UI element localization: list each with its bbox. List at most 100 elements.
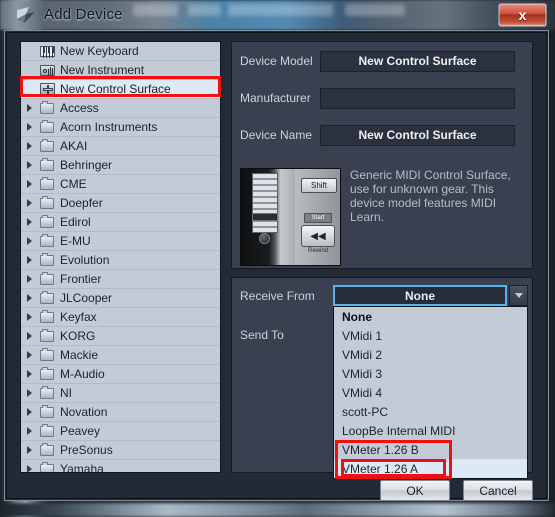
expand-arrow-icon[interactable] (21, 332, 37, 340)
field-label: Manufacturer (240, 91, 311, 105)
expand-arrow-icon[interactable] (21, 427, 37, 435)
title-bar[interactable]: Add Device x (0, 0, 555, 30)
dropdown-option[interactable]: None (334, 307, 527, 326)
receive-from-dropdown-list[interactable]: None VMidi 1 VMidi 2 VMidi 3 VMidi 4 scott-PC… (333, 306, 528, 479)
dropdown-option[interactable]: scott-PC (334, 402, 527, 421)
dropdown-option[interactable]: VMidi 1 (334, 326, 527, 345)
close-icon[interactable]: x (498, 3, 547, 27)
expand-arrow-icon[interactable] (21, 408, 37, 416)
tree-item[interactable]: CME (21, 175, 220, 194)
expand-arrow-icon[interactable] (21, 389, 37, 397)
expand-arrow-icon[interactable] (21, 351, 37, 359)
expand-arrow-icon[interactable] (21, 218, 37, 226)
receive-from-combobox[interactable]: None (333, 285, 528, 306)
expand-arrow-icon[interactable] (21, 465, 37, 472)
tree-item-label: CME (60, 177, 87, 191)
tree-item-label: AKAI (60, 139, 88, 153)
folder-icon (37, 214, 57, 228)
expand-arrow-icon[interactable] (21, 142, 37, 150)
control-surface-icon (37, 83, 57, 95)
folder-icon (37, 366, 57, 380)
chevron-right-icon (26, 370, 32, 378)
receive-from-value[interactable]: None (333, 285, 507, 306)
chevron-right-icon (26, 294, 32, 302)
tree-item[interactable]: NI (21, 384, 220, 403)
dropdown-option[interactable]: VMeter 1.26 A (334, 459, 527, 478)
receive-from-label: Receive From (240, 289, 315, 303)
tree-item[interactable]: Frontier (21, 270, 220, 289)
folder-icon-glyph (40, 233, 54, 247)
tree-item[interactable]: AKAI (21, 137, 220, 156)
folder-icon (37, 233, 57, 247)
field-device-model: Device Model New Control Surface (240, 50, 515, 72)
fader-cap-icon (252, 213, 278, 221)
close-glyph: x (518, 7, 527, 23)
tree-item-label: Acorn Instruments (60, 120, 158, 134)
tree-item[interactable]: New Control Surface (21, 80, 220, 99)
chevron-right-icon (26, 332, 32, 340)
tree-item-label: PreSonus (60, 443, 113, 457)
tree-item[interactable]: Novation (21, 403, 220, 422)
tree-item[interactable]: Edirol (21, 213, 220, 232)
expand-arrow-icon[interactable] (21, 446, 37, 454)
expand-arrow-icon[interactable] (21, 313, 37, 321)
expand-arrow-icon[interactable] (21, 123, 37, 131)
tree-item[interactable]: New Instrument (21, 61, 220, 80)
routing-panel: Receive From Send To None None VMidi 1 VMi… (231, 277, 533, 479)
expand-arrow-icon[interactable] (21, 237, 37, 245)
folder-icon-glyph (40, 252, 54, 266)
cancel-button[interactable]: Cancel (463, 480, 533, 501)
expand-arrow-icon[interactable] (21, 294, 37, 302)
tree-item-label: NI (60, 386, 72, 400)
tree-item[interactable]: Yamaha (21, 460, 220, 473)
expand-arrow-icon[interactable] (21, 370, 37, 378)
expand-arrow-icon[interactable] (21, 104, 37, 112)
dropdown-option[interactable]: VMidi 4 (334, 383, 527, 402)
tree-item[interactable]: E-MU (21, 232, 220, 251)
tree-item[interactable]: Peavey (21, 422, 220, 441)
tree-item[interactable]: Acorn Instruments (21, 118, 220, 137)
device-tree-list[interactable]: New Keyboard New Instrument New Control Su… (20, 41, 221, 473)
tree-item[interactable]: PreSonus (21, 441, 220, 460)
dropdown-option[interactable]: VMidi 2 (334, 345, 527, 364)
tree-item[interactable]: KORG (21, 327, 220, 346)
dropdown-option[interactable]: VMidi 3 (334, 364, 527, 383)
tree-item[interactable]: Mackie (21, 346, 220, 365)
ok-button[interactable]: OK (380, 480, 450, 501)
folder-icon (37, 328, 57, 342)
expand-arrow-icon[interactable] (21, 275, 37, 283)
folder-icon (37, 100, 57, 114)
field-value[interactable]: New Control Surface (320, 124, 515, 146)
expand-arrow-icon[interactable] (21, 180, 37, 188)
expand-arrow-icon[interactable] (21, 161, 37, 169)
tree-item-label: Yamaha (60, 462, 104, 473)
control-surface-icon-glyph (39, 83, 55, 95)
tree-item[interactable]: Access (21, 99, 220, 118)
dropdown-option[interactable]: VMeter 1.26 B (334, 440, 527, 459)
field-value[interactable]: New Control Surface (320, 50, 515, 72)
tree-item[interactable]: M-Audio (21, 365, 220, 384)
folder-icon (37, 309, 57, 323)
chevron-right-icon (26, 465, 32, 472)
expand-arrow-icon[interactable] (21, 256, 37, 264)
folder-icon (37, 271, 57, 285)
fader-icon (252, 173, 278, 233)
folder-icon-glyph (40, 423, 54, 437)
tree-item[interactable]: New Keyboard (21, 42, 220, 61)
folder-icon-glyph (40, 195, 54, 209)
chevron-right-icon (26, 218, 32, 226)
tree-item[interactable]: Doepfer (21, 194, 220, 213)
tree-item[interactable]: JLCooper (21, 289, 220, 308)
tree-item[interactable]: Behringer (21, 156, 220, 175)
chevron-down-icon[interactable] (509, 285, 528, 306)
tree-item-label: Novation (60, 405, 108, 419)
tree-item-label: New Instrument (60, 63, 145, 77)
expand-arrow-icon[interactable] (21, 199, 37, 207)
tree-item[interactable]: Evolution (21, 251, 220, 270)
folder-icon-glyph (40, 119, 54, 133)
tree-item-label: Mackie (60, 348, 99, 362)
field-value[interactable] (320, 87, 515, 109)
tree-item[interactable]: Keyfax (21, 308, 220, 327)
dropdown-option[interactable]: LoopBe Internal MIDI (334, 421, 527, 440)
chevron-right-icon (26, 256, 32, 264)
